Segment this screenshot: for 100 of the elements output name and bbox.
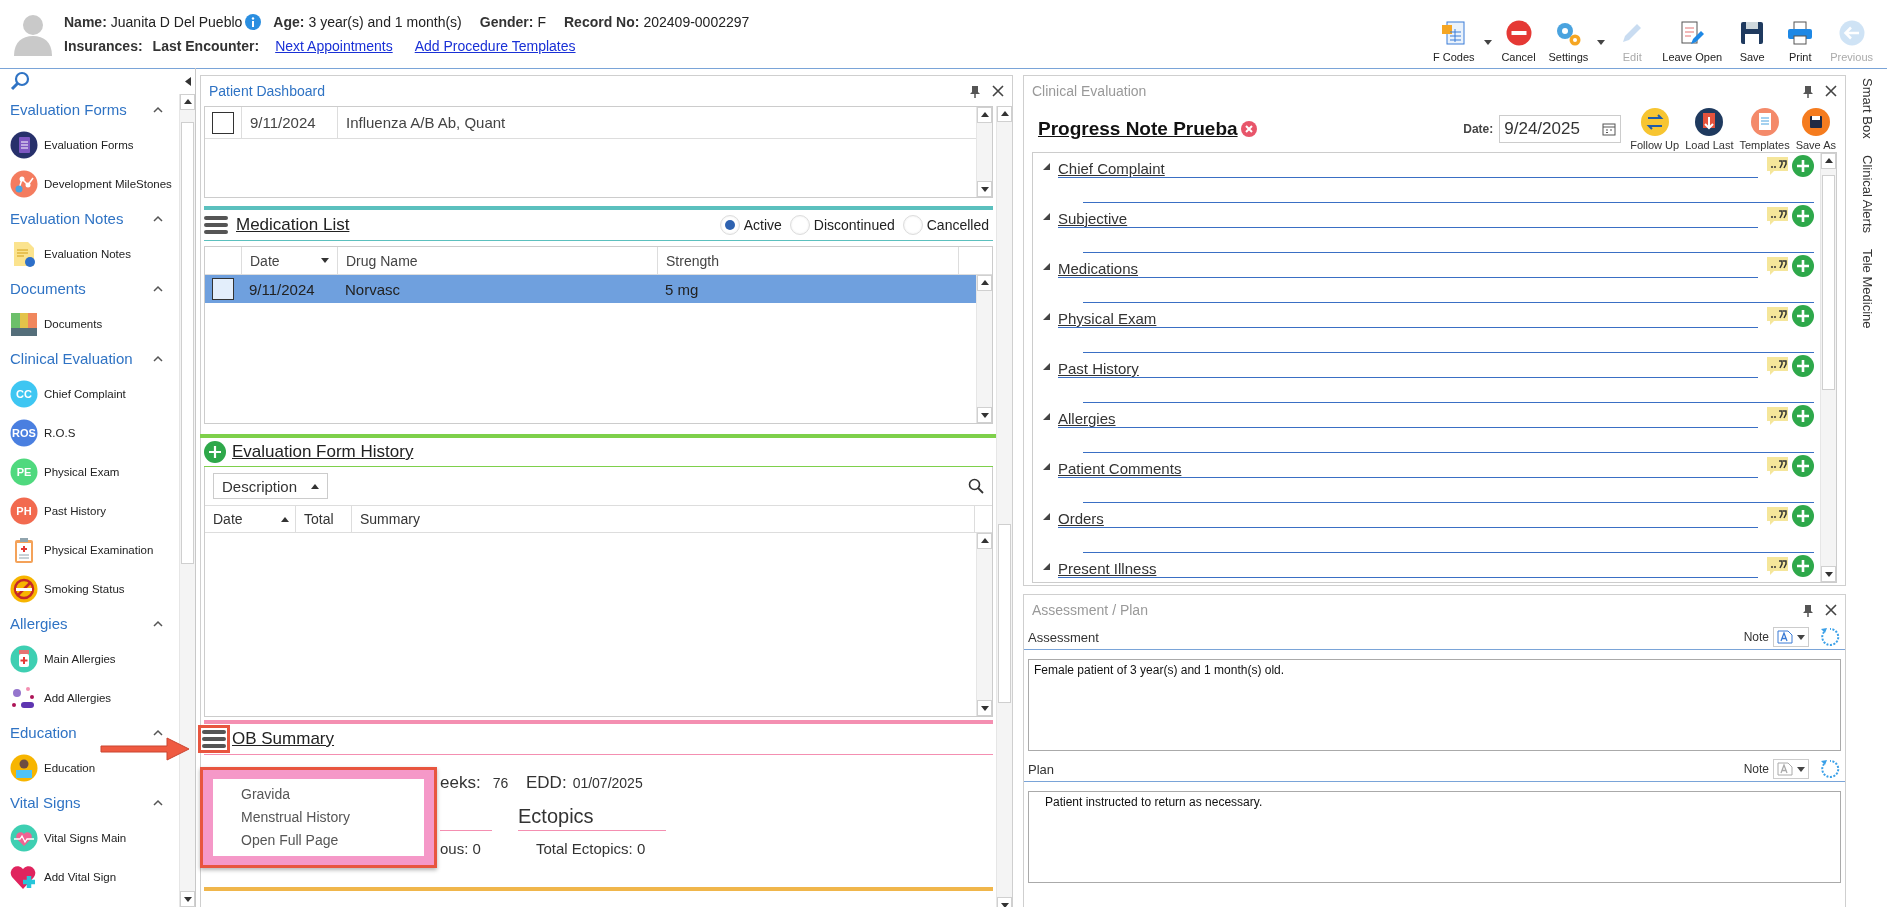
column-header[interactable]: Total xyxy=(295,506,351,532)
quote-icon[interactable] xyxy=(1766,306,1790,326)
date-field[interactable]: 9/24/2025 xyxy=(1499,115,1622,143)
section-title[interactable]: OB Summary xyxy=(232,729,335,749)
sidebar-item[interactable]: Add Vital Sign xyxy=(0,857,117,896)
expand-triangle-icon[interactable] xyxy=(1043,312,1050,320)
scrollbar[interactable] xyxy=(976,533,992,716)
caret-up-icon[interactable] xyxy=(153,285,163,292)
expand-triangle-icon[interactable] xyxy=(1043,562,1050,570)
quote-icon[interactable] xyxy=(1766,156,1790,176)
expand-triangle-icon[interactable] xyxy=(1043,212,1050,220)
section-title[interactable]: Physical Exam xyxy=(1058,310,1157,327)
note-dropdown[interactable] xyxy=(1773,627,1809,647)
checkbox[interactable] xyxy=(212,111,234,134)
section-title[interactable]: Present Illness xyxy=(1058,560,1157,577)
sidebar-item[interactable]: Add Allergies xyxy=(0,678,112,717)
group-by-dropdown[interactable]: Description xyxy=(213,473,329,499)
scrollbar[interactable] xyxy=(976,275,992,423)
text-area[interactable]: Female patient of 3 year(s) and 1 month(s) old. xyxy=(1028,659,1841,751)
sidebar-item[interactable]: Documents xyxy=(0,304,103,343)
side-tab[interactable]: Tele Medicine xyxy=(1860,248,1875,329)
settings-button[interactable]: Settings xyxy=(1542,19,1595,63)
radio-button[interactable] xyxy=(902,215,923,235)
pin-icon[interactable] xyxy=(1803,84,1813,98)
group-heading[interactable]: Education xyxy=(10,724,77,741)
sidebar-item[interactable]: Vital Signs Main xyxy=(0,818,127,857)
column-header[interactable]: Strength xyxy=(657,247,958,274)
sidebar-item[interactable]: Education xyxy=(0,748,96,787)
group-heading[interactable]: Allergies xyxy=(10,615,68,632)
section-title[interactable]: Past History xyxy=(1058,360,1139,377)
table-row[interactable]: 9/11/2024 Norvasc 5 mg xyxy=(205,275,976,303)
menu-item[interactable]: Menstrual History xyxy=(213,806,424,829)
radio-button[interactable] xyxy=(789,215,810,235)
radio-label[interactable]: Active xyxy=(743,217,782,233)
column-header[interactable]: Drug Name xyxy=(337,247,657,274)
refresh-icon[interactable] xyxy=(1819,758,1841,780)
section-title[interactable]: Subjective xyxy=(1058,210,1128,227)
expand-triangle-icon[interactable] xyxy=(1043,262,1050,270)
scrollbar[interactable] xyxy=(179,94,195,907)
section-title[interactable]: Medications xyxy=(1058,260,1139,277)
sidebar-item[interactable]: Main Allergies xyxy=(0,639,116,678)
cancel-button[interactable]: Cancel xyxy=(1494,19,1543,63)
side-tab[interactable]: Clinical Alerts xyxy=(1860,154,1875,233)
sidebar-item[interactable]: Evaluation Notes xyxy=(0,234,131,273)
search-icon[interactable] xyxy=(968,478,984,494)
group-heading[interactable]: Vital Signs xyxy=(10,794,81,811)
remove-icon[interactable] xyxy=(1240,121,1257,137)
pin-icon[interactable] xyxy=(970,84,980,98)
radio-label[interactable]: Discontinued xyxy=(813,217,895,233)
caret-up-icon[interactable] xyxy=(153,620,163,627)
radio-button[interactable] xyxy=(719,215,740,235)
group-heading[interactable]: Evaluation Notes xyxy=(10,210,124,227)
info-icon[interactable] xyxy=(245,14,262,30)
toolbar-button[interactable]: Load Last xyxy=(1682,107,1737,151)
toolbar-button[interactable]: Templates xyxy=(1736,107,1793,151)
sidebar-item[interactable]: Smoking Status xyxy=(0,569,125,608)
sidebar-item[interactable]: ROS R.O.S xyxy=(0,413,76,452)
column-header[interactable]: Date xyxy=(205,506,295,532)
section-title[interactable]: Medication List xyxy=(236,215,350,235)
quote-icon[interactable] xyxy=(1766,356,1790,376)
codes-button[interactable]: F Codes xyxy=(1426,19,1481,63)
checkbox[interactable] xyxy=(212,278,234,300)
menu-icon[interactable] xyxy=(204,215,228,235)
link[interactable]: Next Appointments xyxy=(275,38,393,54)
close-button[interactable] xyxy=(992,85,1004,97)
sidebar-item[interactable]: CC Chief Complaint xyxy=(0,374,126,413)
pin-icon[interactable] xyxy=(1803,603,1813,617)
section-title[interactable]: Patient Comments xyxy=(1058,460,1182,477)
quote-icon[interactable] xyxy=(1766,206,1790,226)
refresh-icon[interactable] xyxy=(1819,626,1841,648)
expand-triangle-icon[interactable] xyxy=(1043,512,1050,520)
expand-triangle-icon[interactable] xyxy=(1043,412,1050,420)
print-button[interactable]: Print xyxy=(1776,19,1825,63)
caret-up-icon[interactable] xyxy=(153,106,163,113)
quote-icon[interactable] xyxy=(1766,556,1790,576)
quote-icon[interactable] xyxy=(1766,406,1790,426)
collapse-arrow-icon[interactable] xyxy=(185,76,191,86)
caret-up-icon[interactable] xyxy=(153,355,163,362)
radio-label[interactable]: Cancelled xyxy=(926,217,989,233)
save-button[interactable]: Save xyxy=(1728,19,1777,63)
close-button[interactable] xyxy=(1825,604,1837,616)
expand-triangle-icon[interactable] xyxy=(1043,362,1050,370)
sidebar-item[interactable]: PE Physical Exam xyxy=(0,452,120,491)
side-tab[interactable]: Smart Box xyxy=(1860,78,1875,139)
column-header[interactable]: Summary xyxy=(351,506,974,532)
toolbar-button[interactable]: Save As xyxy=(1792,107,1839,151)
sidebar-item[interactable]: Evaluation Forms xyxy=(0,125,134,164)
expand-triangle-icon[interactable] xyxy=(1043,462,1050,470)
section-title[interactable]: Evaluation Form History xyxy=(232,442,414,462)
caret-up-icon[interactable] xyxy=(153,729,163,736)
scrollbar[interactable] xyxy=(976,107,992,197)
sidebar-item[interactable]: Development MileStones xyxy=(0,164,172,203)
menu-item[interactable]: Gravida xyxy=(213,783,424,806)
leave-open-button[interactable]: Leave Open xyxy=(1656,19,1729,63)
sidebar-item[interactable]: PH Past History xyxy=(0,491,106,530)
section-title[interactable]: Allergies xyxy=(1058,410,1116,427)
caret-up-icon[interactable] xyxy=(153,799,163,806)
column-header[interactable]: Date xyxy=(241,247,337,274)
group-heading[interactable]: Evaluation Forms xyxy=(10,101,127,118)
group-heading[interactable]: Documents xyxy=(10,280,86,297)
